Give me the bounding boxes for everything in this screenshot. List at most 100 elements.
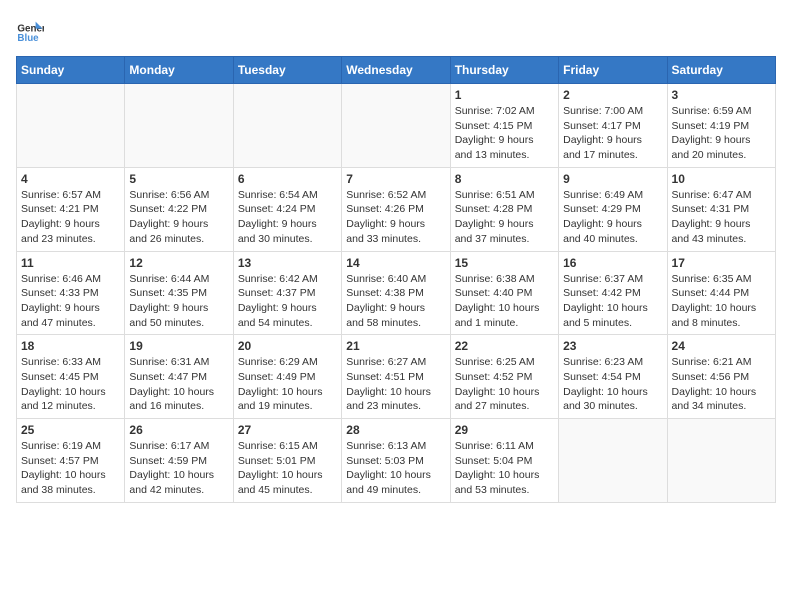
- day-number: 29: [455, 423, 554, 437]
- day-info: Sunrise: 6:56 AM Sunset: 4:22 PM Dayligh…: [129, 188, 228, 247]
- day-number: 15: [455, 256, 554, 270]
- day-number: 10: [672, 172, 771, 186]
- calendar-cell: 18Sunrise: 6:33 AM Sunset: 4:45 PM Dayli…: [17, 335, 125, 419]
- day-info: Sunrise: 7:00 AM Sunset: 4:17 PM Dayligh…: [563, 104, 662, 163]
- calendar-body: 1Sunrise: 7:02 AM Sunset: 4:15 PM Daylig…: [17, 84, 776, 503]
- calendar-cell: 23 Sunrise: 6:23 AM Sunset: 4:54 PM Dayli…: [559, 335, 667, 419]
- weekday-header-thursday: Thursday: [450, 57, 558, 84]
- logo: General Blue: [16, 16, 48, 44]
- day-number: 3: [672, 88, 771, 102]
- calendar-cell: 10 Sunrise: 6:47 AM Sunset: 4:31 PM Dayli…: [667, 167, 775, 251]
- day-info: Sunrise: 6:38 AM Sunset: 4:40 PM Dayligh…: [455, 272, 554, 331]
- calendar-cell: 2 Sunrise: 7:00 AM Sunset: 4:17 PM Daylig…: [559, 84, 667, 168]
- calendar-cell: [667, 419, 775, 503]
- calendar-cell: [233, 84, 341, 168]
- logo-icon: General Blue: [16, 16, 44, 44]
- calendar-cell: 24 Sunrise: 6:21 AM Sunset: 4:56 PM Dayli…: [667, 335, 775, 419]
- day-info: Sunrise: 6:15 AM Sunset: 5:01 PM Dayligh…: [238, 439, 337, 498]
- day-info: Sunrise: 6:52 AM Sunset: 4:26 PM Dayligh…: [346, 188, 445, 247]
- day-number: 17: [672, 256, 771, 270]
- calendar-cell: [559, 419, 667, 503]
- calendar-cell: 8 Sunrise: 6:51 AM Sunset: 4:28 PM Daylig…: [450, 167, 558, 251]
- calendar-cell: 3 Sunrise: 6:59 AM Sunset: 4:19 PM Daylig…: [667, 84, 775, 168]
- day-info: Sunrise: 6:27 AM Sunset: 4:51 PM Dayligh…: [346, 355, 445, 414]
- weekday-header-wednesday: Wednesday: [342, 57, 450, 84]
- calendar-cell: 22 Sunrise: 6:25 AM Sunset: 4:52 PM Dayli…: [450, 335, 558, 419]
- day-info: Sunrise: 6:31 AM Sunset: 4:47 PM Dayligh…: [129, 355, 228, 414]
- day-number: 27: [238, 423, 337, 437]
- calendar-cell: 17 Sunrise: 6:35 AM Sunset: 4:44 PM Dayli…: [667, 251, 775, 335]
- calendar-week-row: 11 Sunrise: 6:46 AM Sunset: 4:33 PM Dayli…: [17, 251, 776, 335]
- day-number: 16: [563, 256, 662, 270]
- day-number: 6: [238, 172, 337, 186]
- calendar-cell: 28 Sunrise: 6:13 AM Sunset: 5:03 PM Dayli…: [342, 419, 450, 503]
- day-number: 11: [21, 256, 120, 270]
- day-number: 23: [563, 339, 662, 353]
- day-number: 14: [346, 256, 445, 270]
- calendar-cell: 26 Sunrise: 6:17 AM Sunset: 4:59 PM Dayli…: [125, 419, 233, 503]
- day-info: Sunrise: 6:42 AM Sunset: 4:37 PM Dayligh…: [238, 272, 337, 331]
- calendar-table: SundayMondayTuesdayWednesdayThursdayFrid…: [16, 56, 776, 503]
- calendar-cell: 4Sunrise: 6:57 AM Sunset: 4:21 PM Daylig…: [17, 167, 125, 251]
- calendar-cell: 20 Sunrise: 6:29 AM Sunset: 4:49 PM Dayli…: [233, 335, 341, 419]
- calendar-cell: 15 Sunrise: 6:38 AM Sunset: 4:40 PM Dayli…: [450, 251, 558, 335]
- day-info: Sunrise: 6:29 AM Sunset: 4:49 PM Dayligh…: [238, 355, 337, 414]
- day-info: Sunrise: 6:57 AM Sunset: 4:21 PM Dayligh…: [21, 188, 120, 247]
- day-info: Sunrise: 6:40 AM Sunset: 4:38 PM Dayligh…: [346, 272, 445, 331]
- day-number: 28: [346, 423, 445, 437]
- weekday-header-friday: Friday: [559, 57, 667, 84]
- calendar-cell: 11 Sunrise: 6:46 AM Sunset: 4:33 PM Dayli…: [17, 251, 125, 335]
- calendar-cell: 21 Sunrise: 6:27 AM Sunset: 4:51 PM Dayli…: [342, 335, 450, 419]
- day-info: Sunrise: 6:23 AM Sunset: 4:54 PM Dayligh…: [563, 355, 662, 414]
- calendar-week-row: 4Sunrise: 6:57 AM Sunset: 4:21 PM Daylig…: [17, 167, 776, 251]
- day-number: 21: [346, 339, 445, 353]
- day-number: 2: [563, 88, 662, 102]
- day-info: Sunrise: 6:46 AM Sunset: 4:33 PM Dayligh…: [21, 272, 120, 331]
- calendar-cell: 12 Sunrise: 6:44 AM Sunset: 4:35 PM Dayli…: [125, 251, 233, 335]
- day-number: 12: [129, 256, 228, 270]
- calendar-cell: 1Sunrise: 7:02 AM Sunset: 4:15 PM Daylig…: [450, 84, 558, 168]
- day-number: 18: [21, 339, 120, 353]
- day-number: 7: [346, 172, 445, 186]
- day-number: 8: [455, 172, 554, 186]
- calendar-cell: 6Sunrise: 6:54 AM Sunset: 4:24 PM Daylig…: [233, 167, 341, 251]
- calendar-cell: 16 Sunrise: 6:37 AM Sunset: 4:42 PM Dayli…: [559, 251, 667, 335]
- day-number: 24: [672, 339, 771, 353]
- calendar-cell: 27 Sunrise: 6:15 AM Sunset: 5:01 PM Dayli…: [233, 419, 341, 503]
- day-number: 22: [455, 339, 554, 353]
- weekday-header-monday: Monday: [125, 57, 233, 84]
- day-number: 13: [238, 256, 337, 270]
- weekday-header-tuesday: Tuesday: [233, 57, 341, 84]
- day-info: Sunrise: 6:17 AM Sunset: 4:59 PM Dayligh…: [129, 439, 228, 498]
- calendar-cell: [17, 84, 125, 168]
- page-header: General Blue: [16, 16, 776, 44]
- day-number: 26: [129, 423, 228, 437]
- day-info: Sunrise: 6:59 AM Sunset: 4:19 PM Dayligh…: [672, 104, 771, 163]
- day-info: Sunrise: 6:51 AM Sunset: 4:28 PM Dayligh…: [455, 188, 554, 247]
- day-info: Sunrise: 6:25 AM Sunset: 4:52 PM Dayligh…: [455, 355, 554, 414]
- day-info: Sunrise: 6:37 AM Sunset: 4:42 PM Dayligh…: [563, 272, 662, 331]
- day-number: 25: [21, 423, 120, 437]
- calendar-cell: 9Sunrise: 6:49 AM Sunset: 4:29 PM Daylig…: [559, 167, 667, 251]
- calendar-cell: 19 Sunrise: 6:31 AM Sunset: 4:47 PM Dayli…: [125, 335, 233, 419]
- calendar-cell: 14 Sunrise: 6:40 AM Sunset: 4:38 PM Dayli…: [342, 251, 450, 335]
- calendar-week-row: 1Sunrise: 7:02 AM Sunset: 4:15 PM Daylig…: [17, 84, 776, 168]
- calendar-week-row: 25 Sunrise: 6:19 AM Sunset: 4:57 PM Dayli…: [17, 419, 776, 503]
- calendar-cell: 29 Sunrise: 6:11 AM Sunset: 5:04 PM Dayli…: [450, 419, 558, 503]
- calendar-cell: 7 Sunrise: 6:52 AM Sunset: 4:26 PM Daylig…: [342, 167, 450, 251]
- day-info: Sunrise: 6:44 AM Sunset: 4:35 PM Dayligh…: [129, 272, 228, 331]
- day-info: Sunrise: 6:35 AM Sunset: 4:44 PM Dayligh…: [672, 272, 771, 331]
- calendar-cell: [125, 84, 233, 168]
- day-info: Sunrise: 6:21 AM Sunset: 4:56 PM Dayligh…: [672, 355, 771, 414]
- day-info: Sunrise: 6:47 AM Sunset: 4:31 PM Dayligh…: [672, 188, 771, 247]
- day-info: Sunrise: 6:13 AM Sunset: 5:03 PM Dayligh…: [346, 439, 445, 498]
- calendar-cell: 25 Sunrise: 6:19 AM Sunset: 4:57 PM Dayli…: [17, 419, 125, 503]
- day-number: 20: [238, 339, 337, 353]
- day-number: 1: [455, 88, 554, 102]
- day-info: Sunrise: 6:11 AM Sunset: 5:04 PM Dayligh…: [455, 439, 554, 498]
- day-number: 19: [129, 339, 228, 353]
- day-info: Sunrise: 6:19 AM Sunset: 4:57 PM Dayligh…: [21, 439, 120, 498]
- calendar-cell: [342, 84, 450, 168]
- svg-text:Blue: Blue: [17, 33, 39, 44]
- calendar-week-row: 18Sunrise: 6:33 AM Sunset: 4:45 PM Dayli…: [17, 335, 776, 419]
